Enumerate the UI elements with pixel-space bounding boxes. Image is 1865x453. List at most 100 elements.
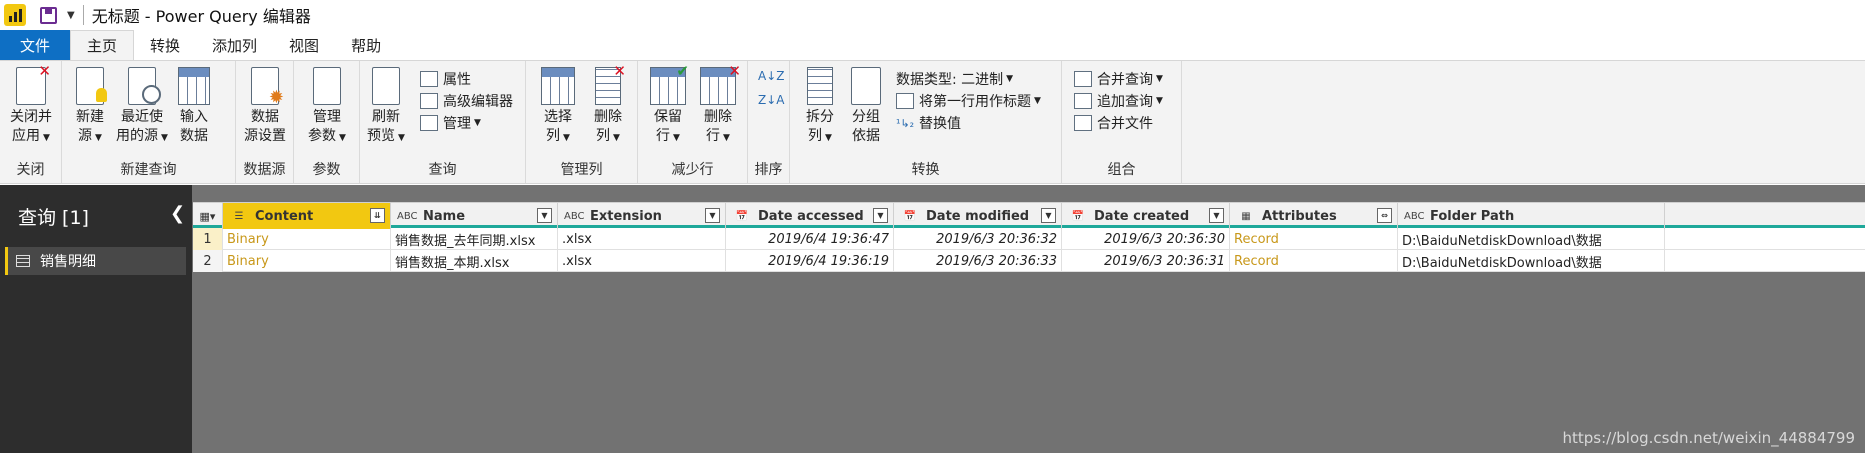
filter-dropdown-icon[interactable]: ▼ — [873, 208, 888, 223]
tab-home[interactable]: 主页 — [70, 30, 135, 60]
column-header-attributes[interactable]: ▦ Attributes ⇔ — [1230, 203, 1398, 229]
manage-params-button[interactable]: 管理 参数 ▼ — [304, 67, 350, 148]
cell-content-binary[interactable]: Binary — [223, 250, 391, 272]
expand-record-icon[interactable]: ⇔ — [1377, 208, 1392, 223]
recent-sources-label-2: 用的源 ▼ — [116, 127, 168, 148]
group-label-manage-columns: 管理列 — [560, 162, 603, 178]
refresh-preview-label-2: 预览 ▼ — [367, 127, 405, 148]
advanced-editor-button[interactable]: 高级编辑器 — [420, 91, 513, 111]
filter-dropdown-icon[interactable]: ▼ — [1041, 208, 1056, 223]
cell-date-modified[interactable]: 2019/6/3 20:36:32 — [894, 228, 1062, 250]
group-query: 刷新 预览 ▼ 属性 高级编辑器 管理 ▼ 查询 — [360, 61, 526, 183]
use-first-row-headers-button[interactable]: 将第一行用作标题 ▼ — [896, 91, 1041, 111]
replace-values-button[interactable]: ¹↳₂ 替换值 — [896, 113, 961, 133]
remove-columns-button[interactable]: 删除 列▼ — [588, 62, 628, 148]
expand-binary-icon[interactable]: ⇊ — [370, 208, 385, 223]
close-apply-button[interactable]: 关闭并 应用▼ — [8, 62, 54, 148]
tab-add-column[interactable]: 添加列 — [196, 30, 273, 60]
cell-name[interactable]: 销售数据_去年同期.xlsx — [391, 228, 558, 250]
column-name: Name — [423, 208, 466, 224]
manage-query-button[interactable]: 管理 ▼ — [420, 113, 481, 133]
cell-attributes-record[interactable]: Record — [1230, 228, 1398, 250]
cell-date-created[interactable]: 2019/6/3 20:36:31 — [1062, 250, 1230, 272]
cell-date-accessed[interactable]: 2019/6/4 19:36:19 — [726, 250, 894, 272]
cell-attributes-record[interactable]: Record — [1230, 250, 1398, 272]
chevron-down-icon: ▼ — [613, 133, 620, 143]
queries-pane: 查询 [1] ❮ — [0, 185, 192, 453]
manage-params-label: 管理 — [313, 109, 341, 125]
keep-rows-icon — [650, 62, 689, 105]
query-item-sales-detail[interactable]: 销售明细 — [5, 247, 186, 275]
column-header-date-modified[interactable]: 📅 Date modified ▼ — [894, 203, 1062, 229]
column-header-date-accessed[interactable]: 📅 Date accessed ▼ — [726, 203, 894, 229]
column-header-date-created[interactable]: 📅 Date created ▼ — [1062, 203, 1230, 229]
window-title: 无标题 - Power Query 编辑器 — [91, 7, 311, 26]
first-row-headers-icon — [896, 93, 914, 109]
cell-extension[interactable]: .xlsx — [558, 250, 726, 272]
group-by-button[interactable]: 分组 依据 — [846, 67, 886, 146]
new-source-label: 新建 — [76, 109, 104, 125]
save-icon[interactable] — [40, 6, 57, 24]
cell-folder-path[interactable]: D:\BaiduNetdiskDownload\数据 — [1398, 250, 1665, 272]
row-number[interactable]: 2 — [193, 250, 223, 272]
group-params: 管理 参数 ▼ 参数 — [294, 61, 360, 183]
sort-ascending-icon[interactable]: A↓Z — [758, 69, 784, 83]
combine-files-button[interactable]: 合并文件 — [1074, 113, 1153, 133]
group-label-new-query: 新建查询 — [120, 162, 177, 178]
data-source-settings-button[interactable]: 数据 源设置 — [242, 67, 288, 146]
enter-data-icon — [178, 67, 210, 105]
sort-descending-icon[interactable]: Z↓A — [758, 93, 784, 107]
cell-folder-path[interactable]: D:\BaiduNetdiskDownload\数据 — [1398, 228, 1665, 250]
column-header-folder-path[interactable]: ABC Folder Path — [1398, 203, 1665, 229]
close-apply-icon — [16, 62, 51, 105]
row-number[interactable]: 1 — [193, 228, 223, 250]
filter-dropdown-icon[interactable]: ▼ — [1209, 208, 1224, 223]
tab-file[interactable]: 文件 — [0, 30, 70, 60]
filter-dropdown-icon[interactable]: ▼ — [537, 208, 552, 223]
cell-content-binary[interactable]: Binary — [223, 228, 391, 250]
customize-toolbar-chevron-icon[interactable]: ▼ — [67, 10, 75, 21]
choose-columns-button[interactable]: 选择 列 ▼ — [538, 67, 578, 148]
cell-name[interactable]: 销售数据_本期.xlsx — [391, 250, 558, 272]
column-header-extension[interactable]: ABC Extension ▼ — [558, 203, 726, 229]
combine-files-label: 合并文件 — [1097, 116, 1153, 132]
column-name: Date accessed — [758, 208, 864, 224]
properties-button[interactable]: 属性 — [420, 69, 471, 89]
recent-sources-button[interactable]: 最近使 用的源 ▼ — [114, 67, 170, 148]
watermark: https://blog.csdn.net/weixin_44884799 — [1562, 429, 1855, 447]
split-column-button[interactable]: 拆分 列 ▼ — [800, 67, 840, 148]
cell-extension[interactable]: .xlsx — [558, 228, 726, 250]
type-icon: 📅 — [735, 210, 749, 222]
cell-date-accessed[interactable]: 2019/6/4 19:36:47 — [726, 228, 894, 250]
group-by-label-2: 依据 — [852, 128, 880, 144]
keep-rows-button[interactable]: 保留 行▼ — [646, 62, 690, 148]
quick-access-toolbar: ▼ — [40, 6, 75, 24]
tab-help[interactable]: 帮助 — [335, 30, 397, 60]
refresh-preview-label: 刷新 — [372, 109, 400, 125]
close-apply-label: 关闭并 — [10, 109, 52, 125]
filter-dropdown-icon[interactable]: ▼ — [705, 208, 720, 223]
cell-date-created[interactable]: 2019/6/3 20:36:30 — [1062, 228, 1230, 250]
enter-data-button[interactable]: 输入 数据 — [174, 67, 214, 146]
table-row: 2 Binary 销售数据_本期.xlsx .xlsx 2019/6/4 19:… — [193, 250, 1865, 272]
merge-queries-button[interactable]: 合并查询 ▼ — [1074, 69, 1163, 89]
append-queries-button[interactable]: 追加查询 ▼ — [1074, 91, 1163, 111]
group-label-reduce-rows: 减少行 — [671, 162, 714, 178]
chevron-down-icon: ▼ — [161, 133, 168, 143]
keep-rows-label: 保留 — [654, 109, 682, 125]
refresh-preview-button[interactable]: 刷新 预览 ▼ — [364, 67, 408, 148]
table-menu-icon[interactable]: ▦▾ — [193, 203, 223, 229]
recent-sources-label: 最近使 — [121, 109, 163, 125]
collapse-pane-chevron-icon[interactable]: ❮ — [170, 203, 185, 224]
new-source-button[interactable]: 新建 源 ▼ — [68, 67, 112, 148]
remove-rows-button[interactable]: 删除 行▼ — [696, 62, 741, 148]
tab-view[interactable]: 视图 — [273, 30, 335, 60]
ribbon: 关闭并 应用▼ 关闭 新建 源▼ 最近使 用的源▼ 输入 数据 新建查询 — [0, 60, 1865, 184]
tab-transform[interactable]: 转换 — [134, 30, 196, 60]
recent-sources-label-2-text: 用的源 — [116, 128, 159, 144]
data-type-dropdown[interactable]: 数据类型: 二进制 ▼ — [896, 69, 1013, 89]
cell-date-modified[interactable]: 2019/6/3 20:36:33 — [894, 250, 1062, 272]
group-by-label: 分组 — [852, 109, 880, 125]
column-header-name[interactable]: ABC Name ▼ — [391, 203, 558, 229]
column-header-content[interactable]: ☰ Content ⇊ — [223, 203, 391, 229]
